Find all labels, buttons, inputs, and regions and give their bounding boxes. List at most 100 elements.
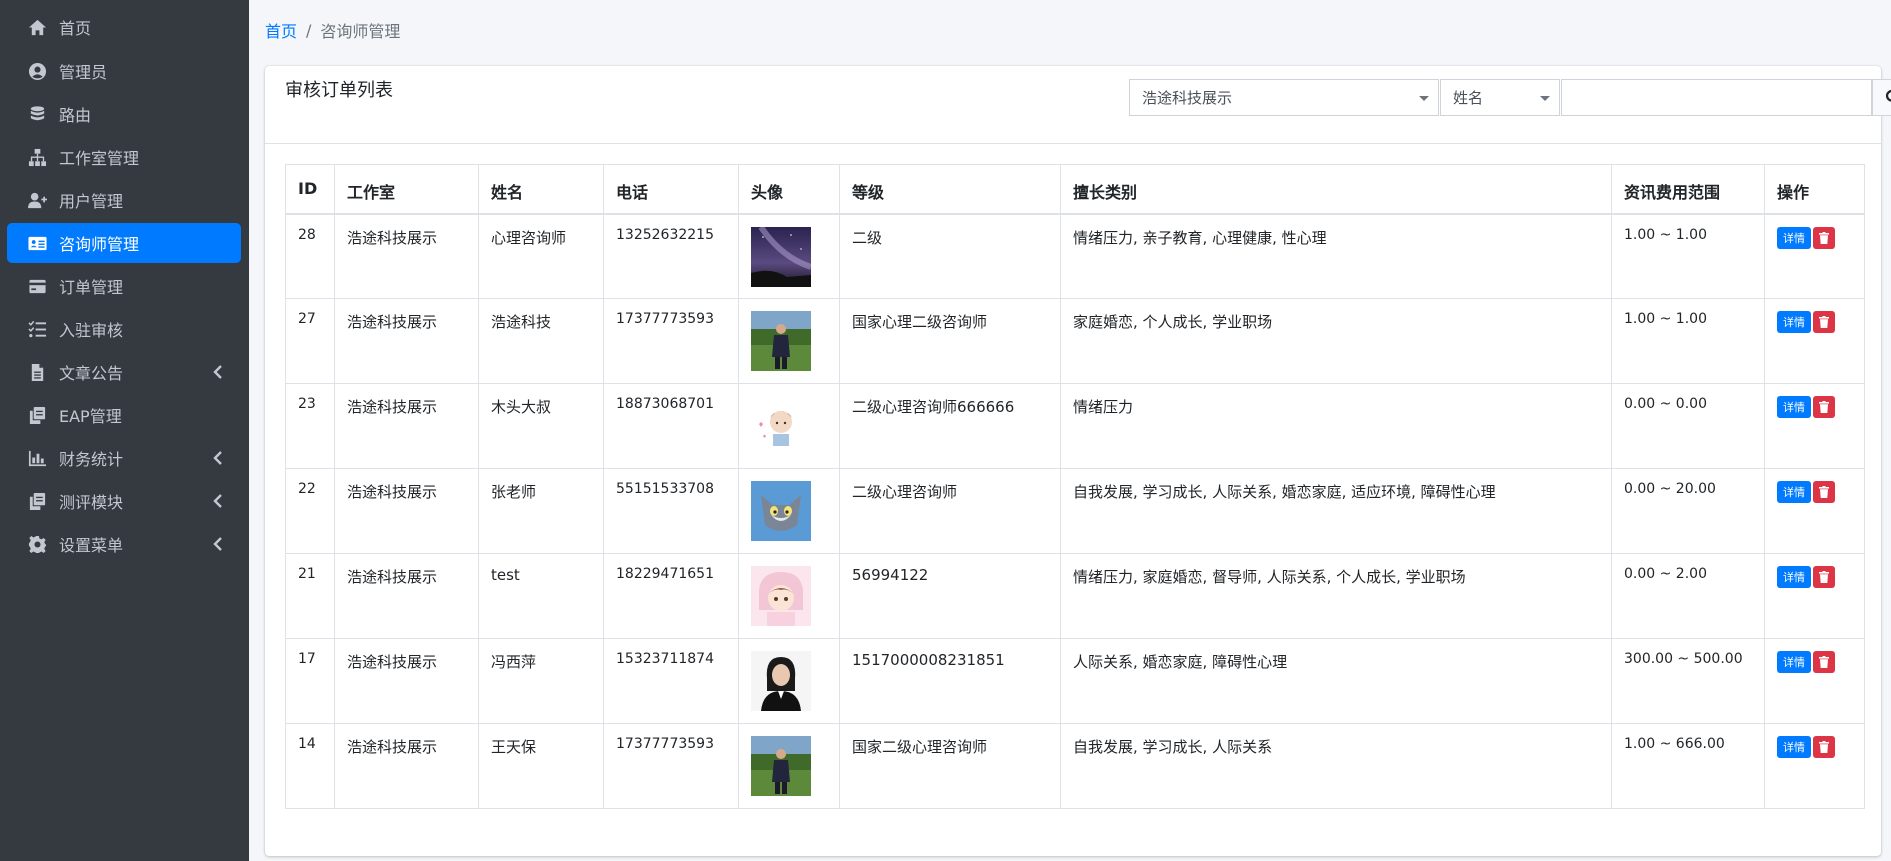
sidebar-item-review[interactable]: 入驻审核	[7, 309, 241, 349]
cell-fee: 300.00 ~ 500.00	[1611, 638, 1765, 724]
cell-avatar	[738, 383, 840, 469]
cell-id: 17	[285, 638, 335, 724]
cell-specialty: 家庭婚恋, 个人成长, 学业职场	[1060, 298, 1612, 384]
caret-down-icon	[1419, 96, 1429, 101]
counselor-list-card: 审核订单列表 浩途科技展示 姓名 ID 工作室 姓名 电话 头像 等级 擅长类别…	[265, 66, 1891, 856]
sidebar-item-eap[interactable]: EAP管理	[7, 395, 241, 435]
cell-actions: 详情	[1764, 468, 1865, 554]
cell-fee: 0.00 ~ 2.00	[1611, 553, 1765, 639]
cell-studio: 浩途科技展示	[334, 298, 479, 384]
cell-specialty: 自我发展, 学习成长, 人际关系, 婚恋家庭, 适应环境, 障碍性心理	[1060, 468, 1612, 554]
search-input[interactable]	[1561, 79, 1872, 116]
cell-studio: 浩途科技展示	[334, 383, 479, 469]
sidebar-item-label: 订单管理	[59, 278, 124, 297]
caret-down-icon	[1540, 96, 1550, 101]
user-plus-icon	[25, 190, 49, 210]
cell-avatar	[738, 213, 840, 299]
cell-avatar	[738, 553, 840, 639]
cell-level: 国家心理二级咨询师	[839, 298, 1061, 384]
detail-button[interactable]: 详情	[1777, 311, 1811, 333]
avatar	[751, 566, 811, 626]
delete-button[interactable]	[1813, 651, 1835, 673]
detail-button[interactable]: 详情	[1777, 651, 1811, 673]
detail-button[interactable]: 详情	[1777, 736, 1811, 758]
sidebar-item-label: 测评模块	[59, 493, 124, 512]
chevron-left-icon	[213, 450, 225, 466]
table-row: 22 浩途科技展示 张老师 55151533708 二级心理咨询师 自我发展, …	[285, 468, 1865, 554]
cell-id: 14	[285, 723, 335, 809]
avatar	[751, 311, 811, 371]
sidebar-item-counselors[interactable]: 咨询师管理	[7, 223, 241, 263]
avatar	[751, 481, 811, 541]
cell-actions: 详情	[1764, 383, 1865, 469]
tasks-icon	[25, 319, 49, 339]
cell-phone: 55151533708	[603, 468, 739, 554]
cell-id: 27	[285, 298, 335, 384]
column-header: 电话	[603, 164, 739, 215]
avatar	[751, 226, 811, 287]
cell-fee: 1.00 ~ 1.00	[1611, 298, 1765, 384]
delete-button[interactable]	[1813, 481, 1835, 503]
column-header: 工作室	[334, 164, 479, 215]
breadcrumb-home-link[interactable]: 首页	[265, 18, 297, 42]
delete-button[interactable]	[1813, 566, 1835, 588]
cell-fee: 0.00 ~ 0.00	[1611, 383, 1765, 469]
cell-fee: 0.00 ~ 20.00	[1611, 468, 1765, 554]
sidebar-item-users[interactable]: 用户管理	[7, 180, 241, 220]
id-card-icon	[25, 233, 49, 253]
table-row: 21 浩途科技展示 test 18229471651 56994122 情绪压力…	[285, 553, 1865, 639]
sidebar-item-orders[interactable]: 订单管理	[7, 266, 241, 306]
cell-phone: 17377773593	[603, 298, 739, 384]
gear-icon	[25, 534, 49, 554]
detail-button[interactable]: 详情	[1777, 481, 1811, 503]
sidebar-item-studio[interactable]: 工作室管理	[7, 137, 241, 177]
search-button[interactable]	[1872, 79, 1891, 116]
cell-fee: 1.00 ~ 1.00	[1611, 213, 1765, 299]
cell-actions: 详情	[1764, 213, 1865, 299]
cell-id: 21	[285, 553, 335, 639]
cell-name: 王天保	[478, 723, 604, 809]
delete-button[interactable]	[1813, 396, 1835, 418]
sidebar-item-routes[interactable]: 路由	[7, 94, 241, 134]
detail-button[interactable]: 详情	[1777, 566, 1811, 588]
avatar	[751, 396, 811, 456]
cell-actions: 详情	[1764, 553, 1865, 639]
cell-specialty: 人际关系, 婚恋家庭, 障碍性心理	[1060, 638, 1612, 724]
table-row: 27 浩途科技展示 浩途科技 17377773593 国家心理二级咨询师 家庭婚…	[285, 298, 1865, 384]
detail-button[interactable]: 详情	[1777, 226, 1811, 249]
cell-phone: 17377773593	[603, 723, 739, 809]
studio-select[interactable]: 浩途科技展示	[1129, 79, 1439, 116]
cell-specialty: 情绪压力	[1060, 383, 1612, 469]
sidebar-item-assessment[interactable]: 测评模块	[7, 481, 241, 521]
sidebar-item-admin[interactable]: 管理员	[7, 51, 241, 91]
detail-button[interactable]: 详情	[1777, 396, 1811, 418]
main-content: 首页 / 咨询师管理 审核订单列表 浩途科技展示 姓名 ID 工作室 姓名 电话…	[249, 0, 1891, 861]
cell-name: 木头大叔	[478, 383, 604, 469]
delete-button[interactable]	[1813, 736, 1835, 758]
column-header: 等级	[839, 164, 1061, 215]
sidebar-item-finance[interactable]: 财务统计	[7, 438, 241, 478]
trash-icon	[1819, 231, 1829, 244]
cell-fee: 1.00 ~ 666.00	[1611, 723, 1765, 809]
cell-name: 浩途科技	[478, 298, 604, 384]
chart-bar-icon	[25, 448, 49, 468]
cell-actions: 详情	[1764, 723, 1865, 809]
sidebar-item-settings[interactable]: 设置菜单	[7, 524, 241, 564]
cell-specialty: 自我发展, 学习成长, 人际关系	[1060, 723, 1612, 809]
cell-level: 1517000008231851	[839, 638, 1061, 724]
card-title: 审核订单列表	[285, 80, 393, 101]
cell-studio: 浩途科技展示	[334, 213, 479, 299]
table-row: 23 浩途科技展示 木头大叔 18873068701 二级心理咨询师666666…	[285, 383, 1865, 469]
column-header: ID	[285, 164, 335, 215]
breadcrumb: 首页 / 咨询师管理	[265, 18, 400, 42]
sidebar-item-home[interactable]: 首页	[7, 7, 241, 47]
sidebar: 首页 管理员 路由 工作室管理 用户管理 咨询师管理 订单管理 入驻审核 文章公…	[0, 0, 249, 861]
delete-button[interactable]	[1813, 311, 1835, 333]
search-field-select[interactable]: 姓名	[1440, 79, 1560, 116]
column-header: 资讯费用范围	[1611, 164, 1765, 215]
cell-id: 28	[285, 213, 335, 299]
sidebar-item-label: 入驻审核	[59, 321, 124, 340]
delete-button[interactable]	[1813, 226, 1835, 249]
cell-level: 二级心理咨询师	[839, 468, 1061, 554]
sidebar-item-articles[interactable]: 文章公告	[7, 352, 241, 392]
